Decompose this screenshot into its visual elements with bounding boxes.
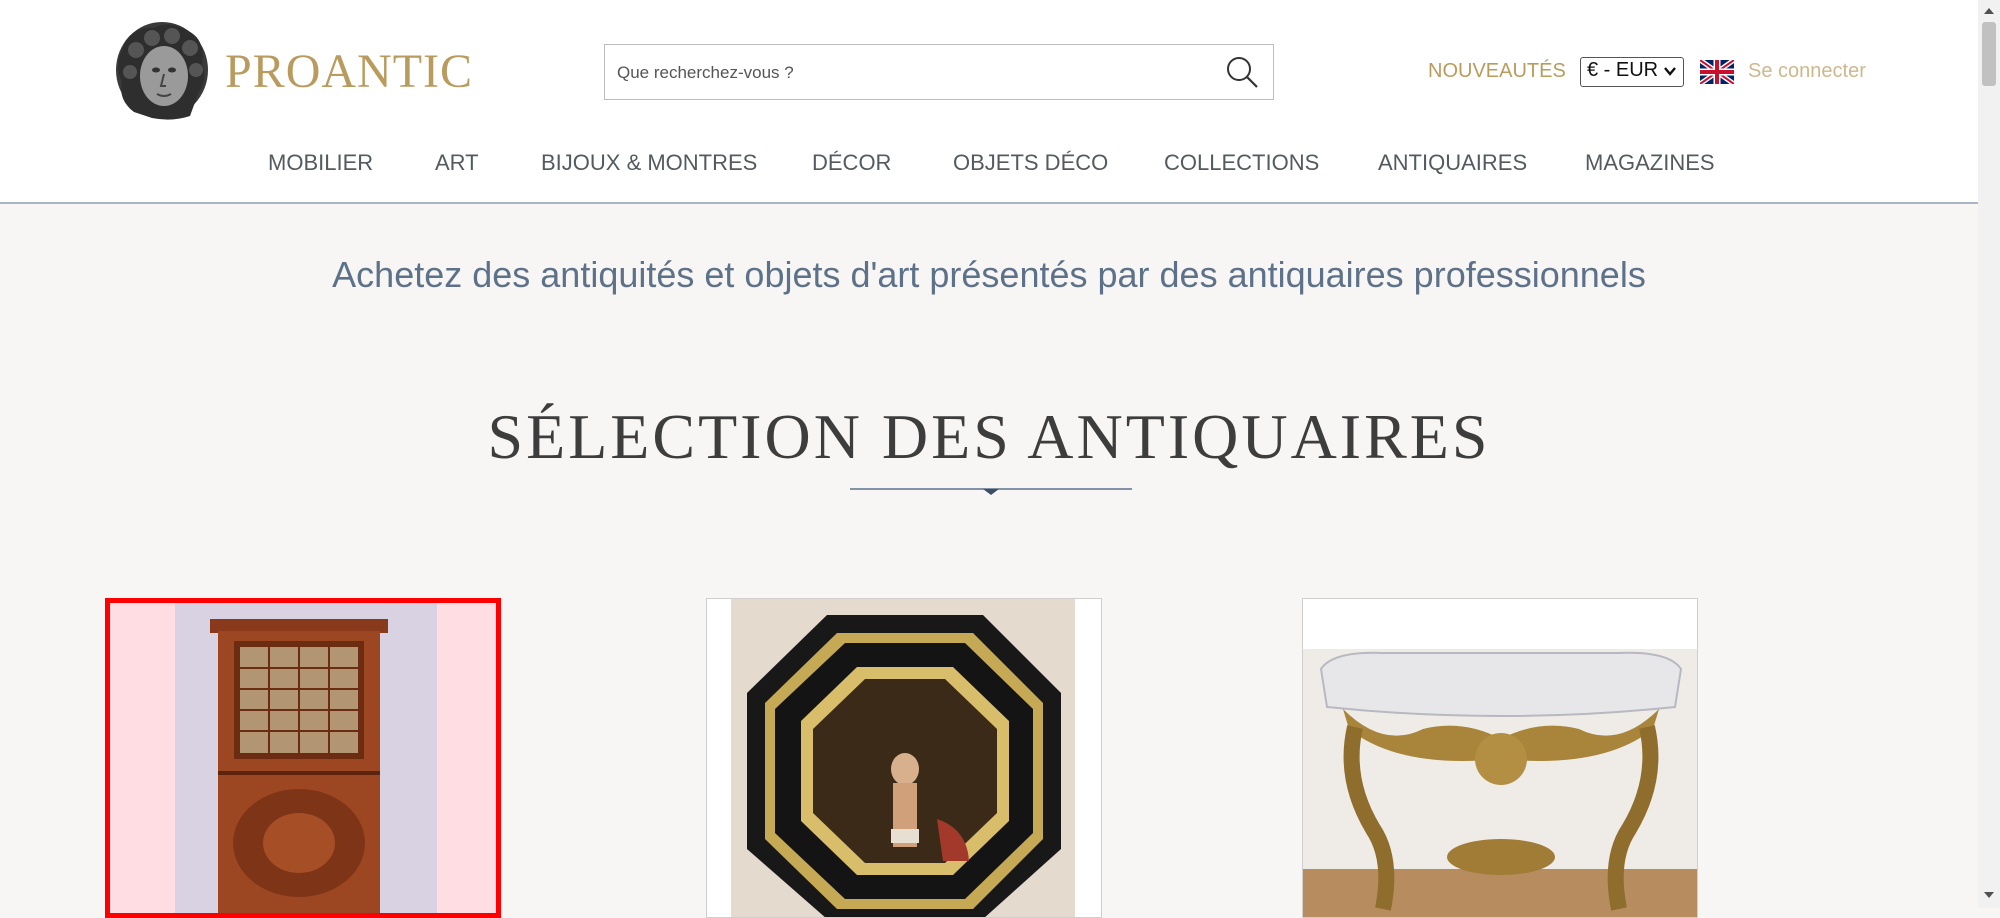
currency-selected-value: € - EUR: [1587, 59, 1659, 81]
login-link[interactable]: Se connecter: [1748, 60, 1866, 83]
logo-head-icon[interactable]: [112, 20, 210, 122]
nouveautes-link[interactable]: NOUVEAUTÉS: [1428, 60, 1566, 83]
search-icon[interactable]: [1225, 55, 1259, 89]
nav-item-mobilier[interactable]: MOBILIER: [268, 150, 373, 176]
product-card[interactable]: [1302, 598, 1698, 918]
scroll-up-arrow-icon[interactable]: [1983, 6, 1995, 16]
nav-item-collections[interactable]: COLLECTIONS: [1164, 150, 1319, 176]
main-nav: MOBILIER ART BIJOUX & MONTRES DÉCOR OBJE…: [0, 150, 1978, 180]
site-header: PROANTIC NOUVEAUTÉS € - EUR Se connecter…: [0, 0, 1978, 204]
uk-flag-icon[interactable]: [1700, 60, 1734, 84]
chevron-down-icon: [1664, 67, 1676, 76]
product-card[interactable]: [706, 598, 1102, 918]
currency-select[interactable]: € - EUR: [1580, 57, 1684, 87]
scrollbar-thumb[interactable]: [1982, 22, 1996, 86]
product-image: [1303, 599, 1697, 917]
logo-text[interactable]: PROANTIC: [225, 44, 473, 99]
search-bar: [604, 44, 1274, 101]
scroll-down-arrow-icon[interactable]: [1983, 890, 1995, 900]
nav-item-objets-deco[interactable]: OBJETS DÉCO: [953, 150, 1108, 176]
product-image: [175, 603, 437, 913]
nav-item-bijoux-montres[interactable]: BIJOUX & MONTRES: [541, 150, 757, 176]
nav-item-magazines[interactable]: MAGAZINES: [1585, 150, 1715, 176]
product-card[interactable]: [105, 598, 501, 918]
title-divider: [850, 488, 1132, 495]
nav-item-antiquaires[interactable]: ANTIQUAIRES: [1378, 150, 1527, 176]
search-input[interactable]: [615, 45, 1209, 101]
tagline: Achetez des antiquités et objets d'art p…: [332, 254, 1646, 295]
vertical-scrollbar[interactable]: [1978, 0, 2000, 908]
nav-item-decor[interactable]: DÉCOR: [812, 150, 891, 176]
section-title: SÉLECTION DES ANTIQUAIRES: [487, 401, 1491, 472]
product-image: [731, 599, 1075, 917]
nav-item-art[interactable]: ART: [435, 150, 479, 176]
